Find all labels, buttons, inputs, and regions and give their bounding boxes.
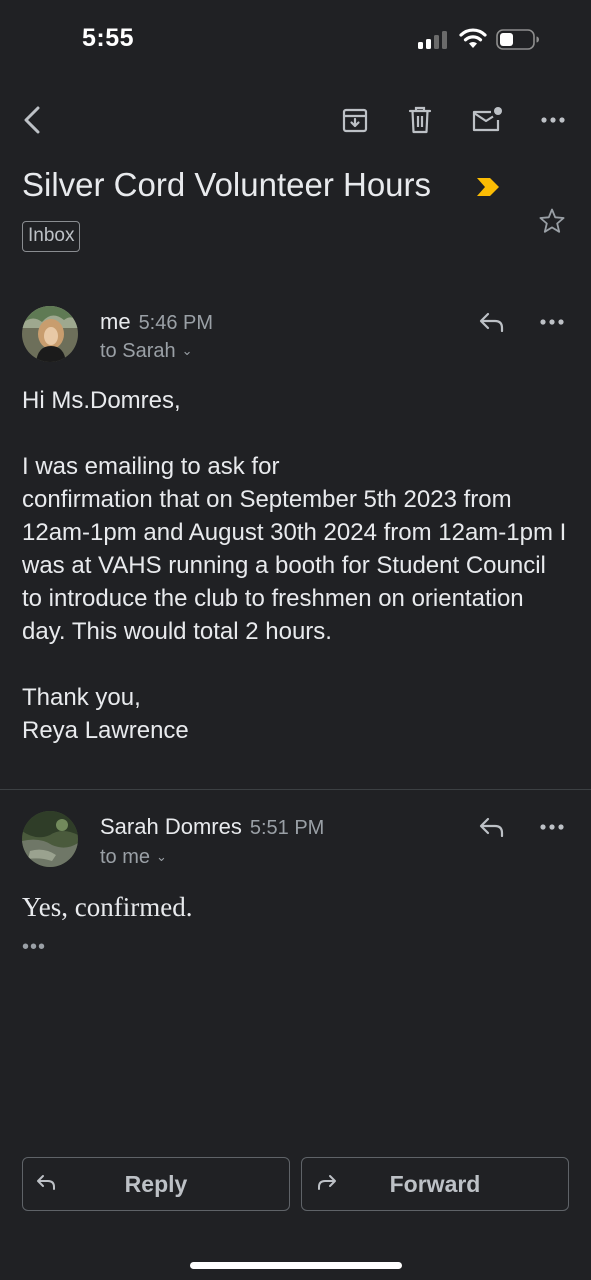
reply-button[interactable]: Reply [22, 1157, 290, 1211]
wifi-icon [458, 27, 488, 49]
top-toolbar [0, 96, 591, 144]
sender-name: Sarah Domres 5:51 PM [100, 814, 324, 840]
body-signature: Thank you, Reya Lawrence [22, 684, 189, 744]
status-bar: 5:55 [0, 0, 591, 80]
email-subject: Silver Cord Volunteer Hours [22, 166, 432, 203]
message-time: 5:46 PM [138, 312, 214, 334]
reply-icon[interactable] [470, 807, 514, 847]
recipient-text: to me [100, 846, 151, 868]
sender-name-text: Sarah Domres [100, 814, 242, 839]
inbox-label-chip[interactable]: Inbox [22, 221, 81, 252]
message-time: 5:51 PM [249, 817, 325, 839]
forward-button[interactable]: Forward [301, 1157, 569, 1211]
reply-button-label: Reply [124, 1171, 188, 1197]
star-icon[interactable] [534, 203, 570, 239]
sender-name: me 5:46 PM [100, 309, 213, 335]
message-more-icon[interactable] [532, 807, 572, 847]
avatar[interactable] [22, 811, 78, 867]
message-more-icon[interactable] [532, 302, 572, 342]
chevron-down-icon: ⌄ [181, 343, 193, 358]
trash-icon[interactable] [398, 96, 442, 144]
recipient-text: to Sarah [100, 340, 176, 362]
status-time: 5:55 [82, 24, 135, 52]
avatar[interactable] [22, 306, 78, 362]
message-divider [0, 789, 591, 790]
show-trimmed-content-button[interactable]: ••• [22, 936, 46, 959]
reply-icon[interactable] [470, 302, 514, 342]
chevron-down-icon: ⌄ [156, 849, 167, 864]
body-paragraph: I was emailing to ask for confirmation t… [22, 453, 567, 645]
forward-button-label: Forward [389, 1171, 481, 1197]
message-body: Hi Ms.Domres, I was emailing to ask for … [22, 384, 572, 747]
archive-icon[interactable] [333, 96, 377, 144]
body-greeting: Hi Ms.Domres, [22, 387, 181, 414]
back-arrow-icon[interactable] [10, 96, 54, 144]
sender-name-text: me [100, 309, 131, 334]
cellular-signal-icon [418, 31, 450, 49]
more-horizontal-icon[interactable] [531, 96, 575, 144]
importance-marker-icon[interactable] [474, 176, 504, 198]
mark-unread-icon[interactable] [465, 96, 509, 144]
message-body: Yes, confirmed. [22, 892, 193, 922]
recipient-toggle[interactable]: to me ⌄ [100, 846, 167, 869]
home-indicator[interactable] [190, 1262, 402, 1269]
recipient-toggle[interactable]: to Sarah ⌄ [100, 340, 193, 363]
battery-icon [496, 29, 540, 50]
